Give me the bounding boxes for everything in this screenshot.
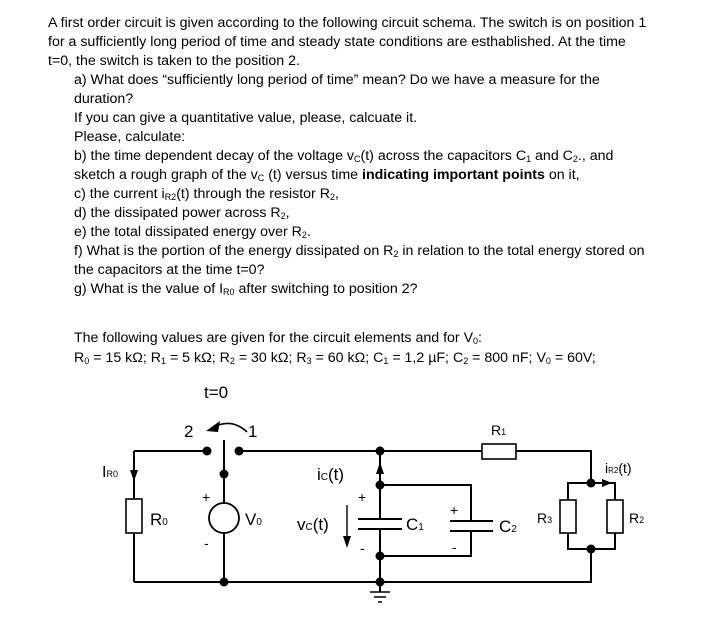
subscript: C <box>306 522 313 533</box>
text: (t) <box>618 460 631 476</box>
subscript: 3 <box>547 515 552 525</box>
node-c1-top <box>375 480 385 490</box>
text: R <box>537 510 547 526</box>
ir2-arrow-icon <box>602 479 612 487</box>
vc-label: vC(t) <box>297 515 329 534</box>
node-c1-bottom <box>375 551 385 561</box>
node-parallel-bottom <box>586 544 596 554</box>
text: R <box>491 422 501 438</box>
ground-symbol <box>370 591 390 603</box>
subscript: C <box>321 472 328 483</box>
ic-label: iC(t) <box>317 465 344 484</box>
ir0-arrow-icon <box>130 470 138 481</box>
r3-label: R3 <box>537 510 552 526</box>
c2-minus: - <box>452 539 457 555</box>
switch-pos2-label: 2 <box>184 422 193 441</box>
node-bottom-left <box>219 577 229 587</box>
subscript: 1 <box>418 522 424 533</box>
switch-time-label: t=0 <box>204 383 228 402</box>
c1-minus: - <box>360 540 365 556</box>
text: R <box>150 510 162 529</box>
subscript: R2 <box>608 466 619 475</box>
subscript: 2 <box>639 515 644 525</box>
c2-label: C2 <box>499 517 517 536</box>
switch-contact-1 <box>234 446 244 456</box>
circuit-diagram: t=0 2 1 IR0 R0 + - V0 iC(t) + vC(t) - C1… <box>102 383 644 603</box>
capacitor-c2-plates <box>450 520 493 532</box>
node-parallel-top <box>586 478 596 488</box>
switch-contact-2 <box>202 446 212 456</box>
text: R <box>629 510 639 526</box>
text: (t) <box>313 515 329 534</box>
subscript: R0 <box>106 469 118 479</box>
node-ground <box>375 577 385 587</box>
text: (t) <box>328 465 344 484</box>
ir2-label: iR2(t) <box>605 460 632 476</box>
subscript: 2 <box>511 524 517 535</box>
switch-pos1-label: 1 <box>248 422 257 441</box>
r1-label: R1 <box>491 422 506 438</box>
r2-label: R2 <box>629 510 644 526</box>
subscript: 0 <box>256 517 262 528</box>
r0-label: R0 <box>150 510 168 529</box>
text: V <box>245 510 257 529</box>
resistor-r0 <box>125 498 143 534</box>
c2-plus: + <box>450 502 458 518</box>
v0-label: V0 <box>245 510 262 529</box>
ir0-label: IR0 <box>102 464 118 481</box>
v0-minus: - <box>204 535 209 551</box>
resistor-r2 <box>606 499 624 534</box>
node-cap-top <box>375 446 385 456</box>
switch-common-node <box>219 469 229 479</box>
ic-arrow-icon <box>376 462 384 474</box>
capacitor-c1-plates <box>358 518 402 530</box>
subscript: 0 <box>162 517 168 528</box>
text: C <box>406 515 418 534</box>
resistor-r3 <box>559 499 577 534</box>
wire-top-right <box>239 450 592 483</box>
subscript: 1 <box>501 427 506 437</box>
voltage-source-v0 <box>208 502 240 534</box>
v0-plus: + <box>202 489 210 505</box>
text: C <box>499 517 511 536</box>
c1-label: C1 <box>406 515 424 534</box>
resistor-r1 <box>481 443 517 460</box>
vc-arrow-icon <box>343 536 351 548</box>
c1-plus: + <box>358 489 366 505</box>
switch-arrow-head <box>206 421 220 432</box>
